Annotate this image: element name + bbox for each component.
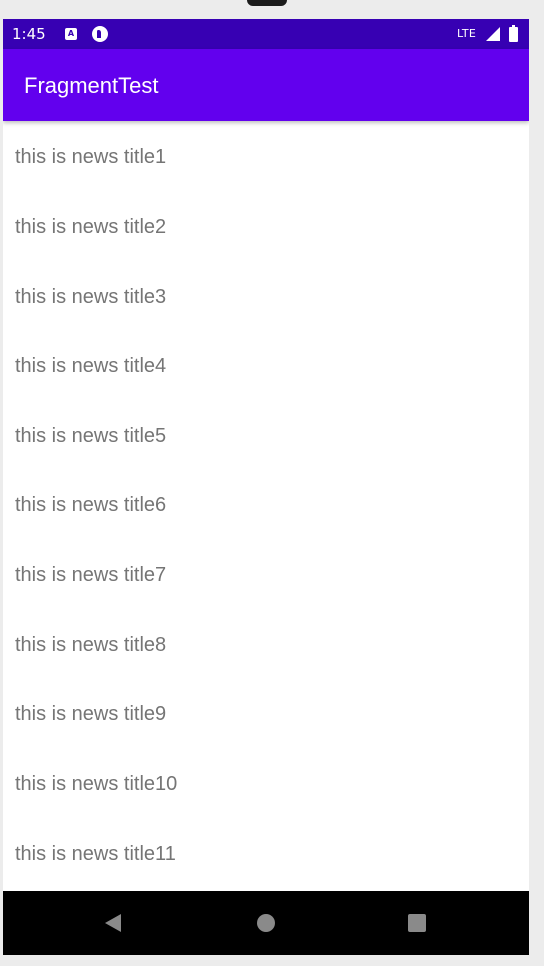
news-title: this is news title5 — [15, 425, 167, 447]
notification-a-icon: A — [65, 28, 77, 40]
news-title: this is news title10 — [15, 773, 178, 795]
back-triangle-icon — [95, 905, 131, 941]
home-circle-icon — [248, 905, 284, 941]
news-title: this is news title1 — [15, 146, 167, 168]
news-title: this is news title8 — [15, 634, 167, 656]
network-type-label: LTE — [457, 27, 477, 40]
status-bar: 1:45 A LTE — [3, 19, 529, 49]
news-title: this is news title2 — [15, 216, 167, 238]
app-title: FragmentTest — [24, 73, 159, 98]
news-title: this is news title4 — [15, 355, 167, 377]
status-time: 1:45 — [12, 25, 46, 43]
news-title: this is news title3 — [15, 286, 167, 308]
news-list-item[interactable]: this is news title6 — [3, 469, 529, 529]
navigation-bar — [3, 891, 529, 955]
news-list-item[interactable]: this is news title5 — [3, 400, 529, 460]
cell-signal-icon — [485, 26, 501, 42]
news-title: this is news title6 — [15, 494, 167, 516]
news-list-item[interactable]: this is news title11 — [3, 818, 529, 878]
app-bar: FragmentTest — [3, 49, 529, 121]
home-button[interactable] — [248, 905, 284, 941]
news-list-item[interactable]: this is news title2 — [3, 191, 529, 251]
phone-screen: 1:45 A LTE FragmentTest this is news tit… — [3, 19, 529, 955]
camera-notch — [247, 0, 287, 6]
recents-button[interactable] — [399, 905, 435, 941]
news-list-item[interactable]: this is news title10 — [3, 748, 529, 808]
news-list-item[interactable]: this is news title4 — [3, 330, 529, 390]
news-title: this is news title11 — [15, 843, 176, 865]
news-list-item[interactable]: this is news title1 — [3, 121, 529, 181]
news-list-item[interactable]: this is news title7 — [3, 539, 529, 599]
news-title: this is news title9 — [15, 703, 167, 725]
recents-square-icon — [399, 905, 435, 941]
battery-icon — [509, 25, 518, 42]
news-list-item[interactable]: this is news title8 — [3, 609, 529, 669]
news-list[interactable]: this is news title1 this is news title2 … — [3, 121, 529, 891]
back-button[interactable] — [95, 905, 131, 941]
news-title: this is news title7 — [15, 564, 167, 586]
news-list-item[interactable]: this is news title3 — [3, 261, 529, 321]
notification-p-icon — [92, 26, 108, 42]
news-list-item[interactable]: this is news title9 — [3, 678, 529, 738]
